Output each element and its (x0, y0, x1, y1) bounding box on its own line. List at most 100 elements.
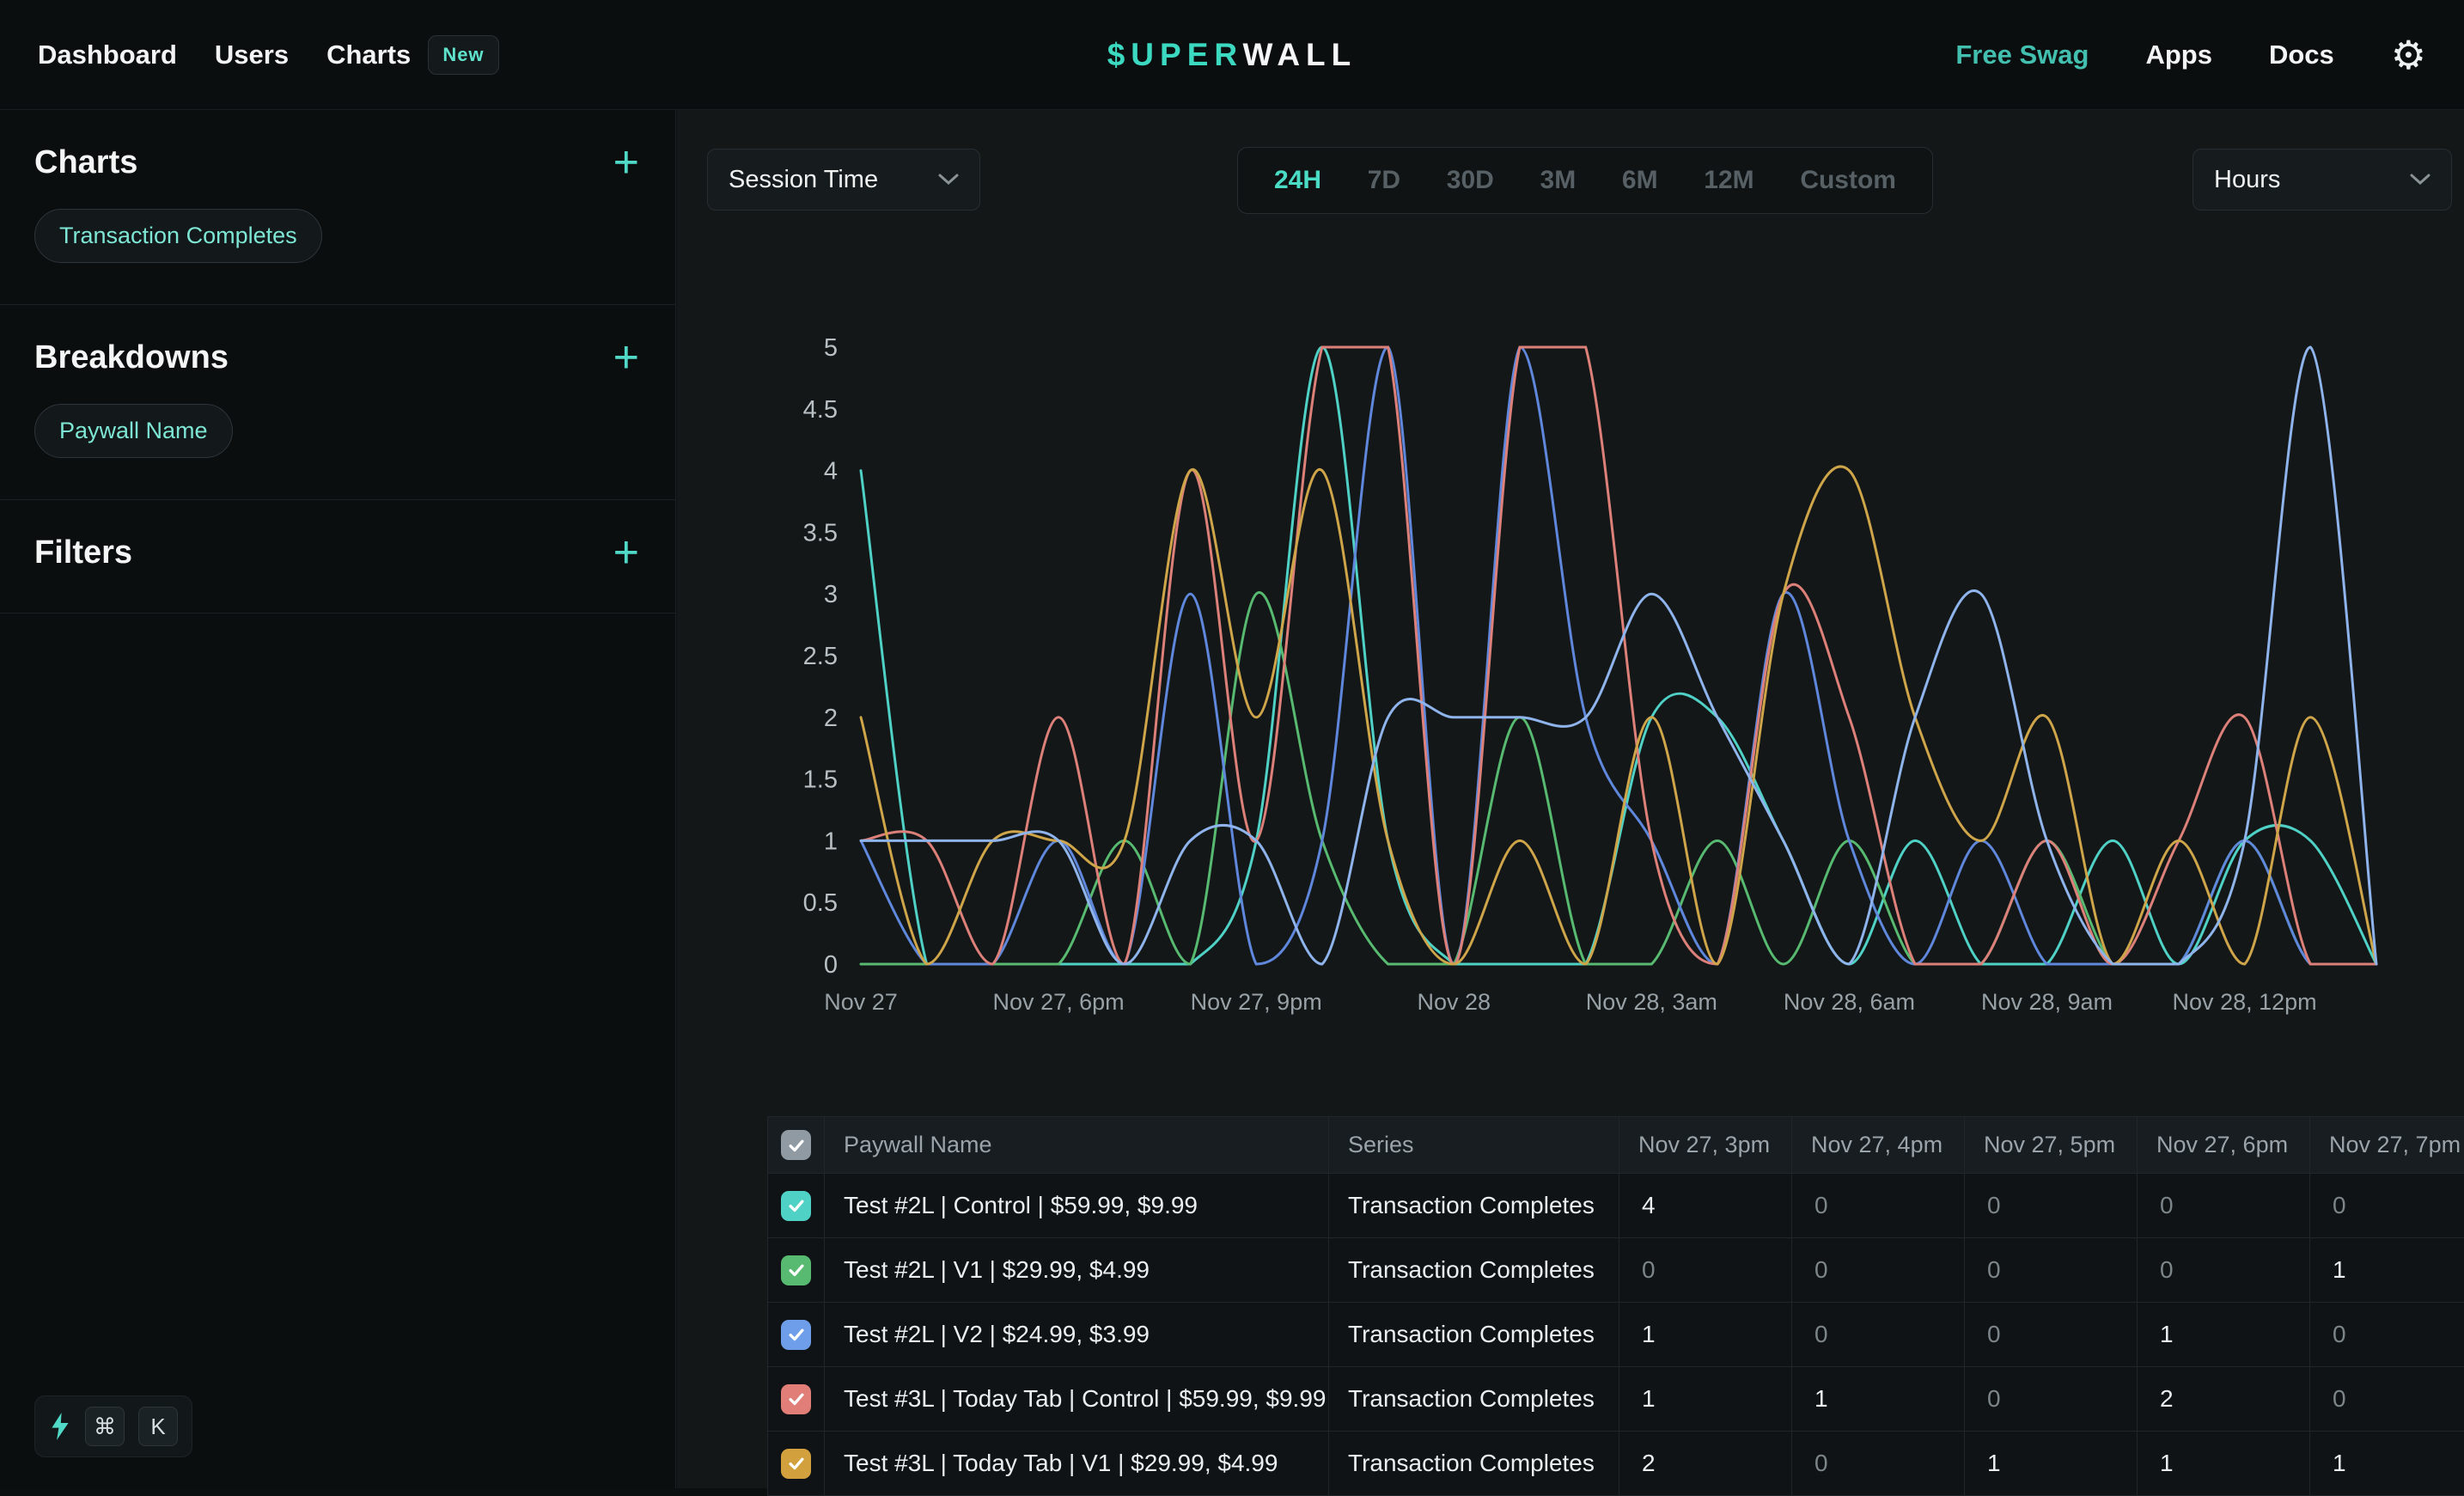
nav-right: Free Swag Apps Docs ⚙ (1955, 35, 2426, 75)
row-checkbox[interactable] (781, 1384, 811, 1414)
series-cell: Transaction Completes (1329, 1303, 1619, 1367)
cmd-keycap: ⌘ (85, 1407, 125, 1446)
row-checkbox[interactable] (781, 1255, 811, 1285)
header-checkbox-cell (768, 1117, 825, 1174)
nav-item-charts[interactable]: ChartsNew (326, 35, 498, 75)
value-cell: 1 (1619, 1303, 1792, 1367)
paywall-name-cell: Test #3L | Today Tab | V1 | $29.99, $4.9… (825, 1432, 1329, 1496)
section-head: Filters+ (34, 534, 639, 571)
range-tab-12m[interactable]: 12M (1704, 166, 1753, 195)
lightning-icon (49, 1413, 71, 1440)
section-title-breakdowns: Breakdowns (34, 339, 229, 376)
value-cell: 1 (1619, 1367, 1792, 1432)
add-charts-button[interactable]: + (613, 145, 639, 181)
table-row: Test #2L | V2 | $24.99, $3.99Transaction… (768, 1303, 2464, 1367)
y-tick-label: 4 (824, 458, 838, 485)
range-tab-30d[interactable]: 30D (1447, 166, 1494, 195)
chevron-down-icon (2410, 174, 2430, 186)
x-tick-label: Nov 27, 6pm (993, 989, 1125, 1015)
nav-item-label: Dashboard (38, 40, 177, 70)
y-tick-label: 1 (824, 827, 838, 855)
nav-item-docs[interactable]: Docs (2269, 40, 2334, 70)
value-cell: 0 (2138, 1238, 2310, 1303)
unit-select-value: Hours (2214, 166, 2280, 194)
series-cell: Transaction Completes (1329, 1432, 1619, 1496)
range-tab-7d[interactable]: 7D (1368, 166, 1400, 195)
value-cell: 4 (1619, 1174, 1792, 1238)
pill-paywall-name[interactable]: Paywall Name (34, 404, 233, 458)
column-header-paywall-name: Paywall Name (825, 1117, 1329, 1174)
value-cell: 0 (1965, 1303, 2138, 1367)
sidebar-section-breakdowns: Breakdowns + Paywall Name (0, 305, 675, 500)
value-cell: 0 (2310, 1303, 2464, 1367)
value-cell: 0 (1792, 1238, 1965, 1303)
unit-select[interactable]: Hours (2193, 149, 2452, 211)
add-breakdowns-button[interactable]: + (613, 340, 639, 376)
row-checkbox[interactable] (781, 1191, 811, 1221)
nav-item-label: Free Swag (1955, 40, 2089, 70)
sessions-chart: 00.511.522.533.544.55Nov 27Nov 27, 6pmNo… (756, 301, 2406, 1023)
x-tick-label: Nov 28, 12pm (2173, 989, 2317, 1015)
metric-select[interactable]: Session Time (707, 149, 980, 211)
y-tick-label: 1.5 (803, 766, 838, 794)
y-tick-label: 3.5 (803, 519, 838, 546)
gear-icon[interactable]: ⚙ (2391, 35, 2426, 75)
x-tick-label: Nov 28, 6am (1784, 989, 1915, 1015)
x-tick-label: Nov 28, 3am (1586, 989, 1717, 1015)
table-row: Test #3L | Today Tab | Control | $59.99,… (768, 1367, 2464, 1432)
value-cell: 2 (2138, 1367, 2310, 1432)
column-header-nov-27-7pm: Nov 27, 7pm (2310, 1117, 2464, 1174)
value-cell: 1 (2138, 1303, 2310, 1367)
main-content: Session Time 24H 7D 30D 3M 6M 12M Custom Hours… (677, 110, 2464, 1488)
y-tick-label: 0 (824, 951, 838, 979)
metric-select-value: Session Time (729, 166, 878, 194)
nav-item-free-swag[interactable]: Free Swag (1955, 40, 2089, 70)
nav-item-label: Docs (2269, 40, 2334, 70)
add-filters-button[interactable]: + (613, 535, 639, 571)
row-checkbox[interactable] (781, 1320, 811, 1350)
range-tab-custom[interactable]: Custom (1800, 166, 1896, 195)
range-tab-6m[interactable]: 6M (1622, 166, 1658, 195)
row-checkbox[interactable] (781, 1449, 811, 1479)
nav-item-dashboard[interactable]: Dashboard (38, 40, 177, 70)
table-row: Test #3L | Today Tab | V1 | $29.99, $4.9… (768, 1432, 2464, 1496)
nav-item-label: Users (215, 40, 289, 70)
value-cell: 0 (1965, 1367, 2138, 1432)
check-icon (787, 1261, 806, 1279)
paywall-name-cell: Test #2L | V2 | $24.99, $3.99 (825, 1303, 1329, 1367)
series-cell: Transaction Completes (1329, 1174, 1619, 1238)
row-checkbox-cell (768, 1367, 825, 1432)
chart-line-test-3l-today-tab-control-59-99-9-99 (861, 347, 2376, 964)
y-tick-label: 0.5 (803, 889, 838, 917)
pill-transaction-completes[interactable]: Transaction Completes (34, 209, 322, 263)
nav-item-users[interactable]: Users (215, 40, 289, 70)
series-cell: Transaction Completes (1329, 1238, 1619, 1303)
sidebar: Charts + Transaction Completes Breakdowns + P… (0, 110, 676, 1488)
value-cell: 0 (2310, 1174, 2464, 1238)
column-header-nov-27-5pm: Nov 27, 5pm (1965, 1117, 2138, 1174)
section-title-charts: Charts (34, 144, 137, 181)
check-icon (787, 1136, 806, 1155)
series-cell: Transaction Completes (1329, 1367, 1619, 1432)
command-palette-shortcut[interactable]: ⌘ K (34, 1395, 192, 1457)
row-checkbox-cell (768, 1432, 825, 1496)
range-tab-3m[interactable]: 3M (1540, 166, 1577, 195)
y-tick-label: 3 (824, 581, 838, 608)
chevron-down-icon (938, 174, 959, 186)
section-head: Charts + (34, 144, 639, 181)
column-header-nov-27-4pm: Nov 27, 4pm (1792, 1117, 1965, 1174)
column-header-nov-27-6pm: Nov 27, 6pm (2138, 1117, 2310, 1174)
x-tick-label: Nov 28, 9am (1981, 989, 2113, 1015)
check-icon (787, 1196, 806, 1215)
range-tab-24h[interactable]: 24H (1274, 166, 1321, 195)
value-cell: 1 (2310, 1432, 2464, 1496)
select-all-checkbox[interactable] (781, 1130, 811, 1160)
value-cell: 0 (1965, 1174, 2138, 1238)
sidebar-section-filters: Filters+ (0, 500, 675, 614)
nav-item-apps[interactable]: Apps (2145, 40, 2212, 70)
table-header-row: Paywall NameSeriesNov 27, 3pmNov 27, 4pm… (768, 1117, 2464, 1174)
table-row: Test #2L | V1 | $29.99, $4.99Transaction… (768, 1238, 2464, 1303)
value-cell: 1 (2310, 1238, 2464, 1303)
paywall-name-cell: Test #2L | V1 | $29.99, $4.99 (825, 1238, 1329, 1303)
column-header-nov-27-3pm: Nov 27, 3pm (1619, 1117, 1792, 1174)
